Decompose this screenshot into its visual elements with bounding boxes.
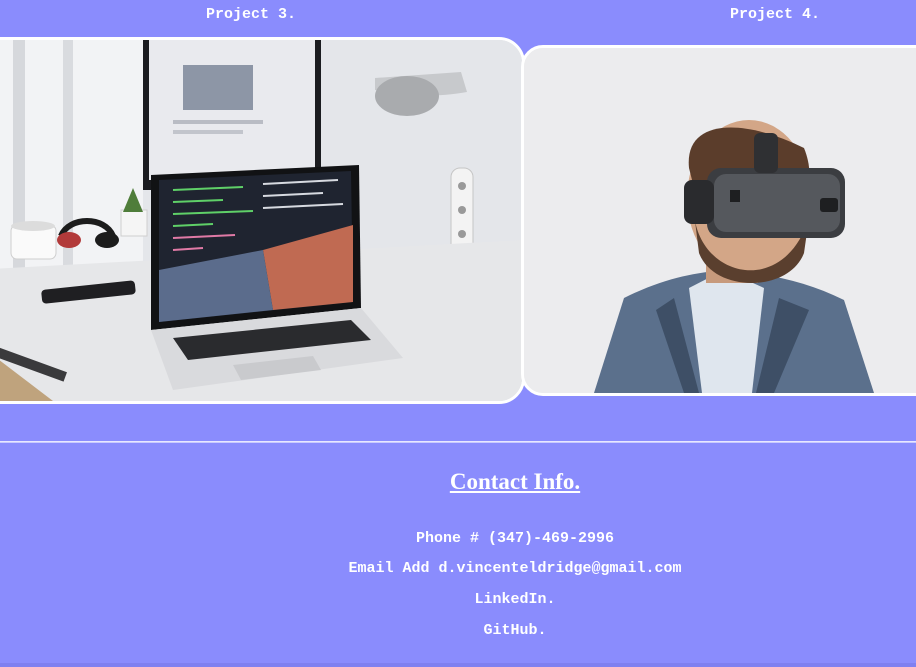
phone-number: Phone # (347)-469-2996 <box>415 530 615 547</box>
github-link[interactable]: GitHub. <box>0 622 916 639</box>
contact-heading: Contact Info. <box>449 469 581 494</box>
email-address: Email Add d.vincenteldridge@gmail.com <box>348 560 682 577</box>
bottom-shade <box>0 663 916 667</box>
laptop-desk-illustration <box>0 40 522 401</box>
linkedin-link[interactable]: LinkedIn. <box>0 591 916 608</box>
project-4-image[interactable] <box>521 45 916 396</box>
section-divider <box>0 441 916 443</box>
project-4-title: Project 4. <box>730 6 821 23</box>
project-3-title: Project 3. <box>206 6 297 23</box>
vr-headset-illustration <box>524 48 916 393</box>
project-3-image[interactable] <box>0 37 525 404</box>
